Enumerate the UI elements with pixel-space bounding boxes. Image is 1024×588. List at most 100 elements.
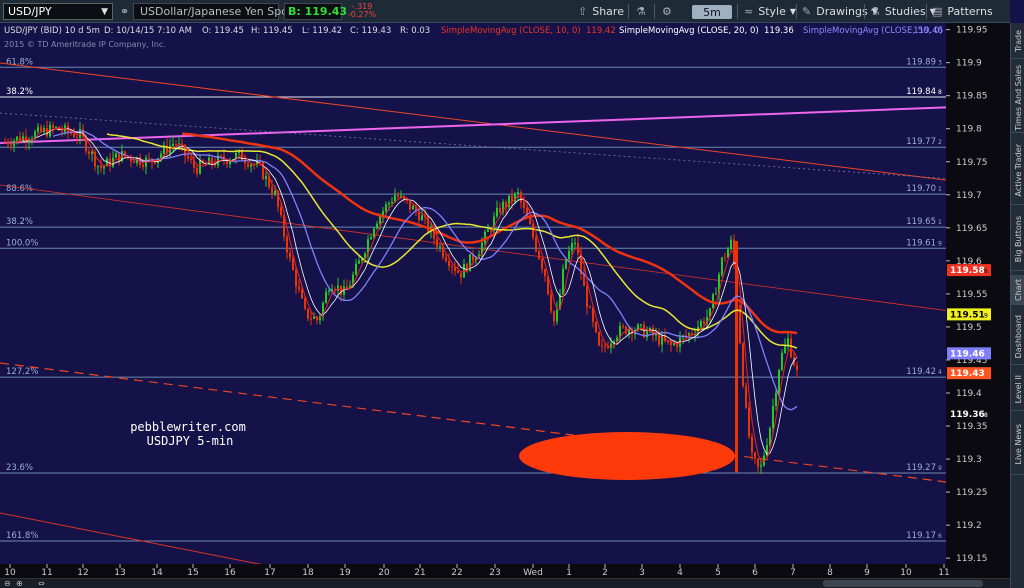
sidetab-chart[interactable]: Chart xyxy=(1011,275,1024,305)
candle-body xyxy=(460,272,462,278)
aggregation-selector[interactable]: 5m xyxy=(692,5,732,19)
x-tick-label: 23 xyxy=(489,568,500,578)
annotation-line1: pebblewriter.com xyxy=(130,420,246,434)
price-axis[interactable]: 119.95 119.9 119.85 119.8 119.75 119.7 119.65 1… xyxy=(946,23,1010,578)
sidetab-label: Level II xyxy=(1013,375,1023,404)
candle-body xyxy=(748,407,750,437)
candle-body xyxy=(388,203,390,205)
x-tick-label: 18 xyxy=(302,568,314,578)
patterns-button[interactable]: ▤ Patterns xyxy=(932,3,993,20)
chart-scrollbar[interactable] xyxy=(823,580,983,587)
candle-body xyxy=(604,346,606,348)
candle-body xyxy=(745,386,747,408)
x-tick-label: 11 xyxy=(41,568,52,578)
share-label: Share xyxy=(592,5,624,18)
chart-canvas[interactable]: 61.8% 119.89 338.2% 119.84 8119.77 288.6% 119.… xyxy=(0,23,1010,578)
fib-percent-label: 38.2% xyxy=(6,217,33,227)
annotation-line2: USDJPY 5-min xyxy=(147,434,234,448)
fib-value-label: 119.70 xyxy=(906,184,936,194)
candle-body xyxy=(496,207,498,217)
price-chart[interactable]: 61.8% 119.89 3 38.2% 119.84 8 119.77 2 88.6% 119.… xyxy=(0,23,1010,578)
studies-label: Studies xyxy=(884,5,926,18)
settings-button[interactable]: ⚙ xyxy=(662,3,677,20)
y-tick-label: 119.3 xyxy=(956,455,982,465)
candle-body xyxy=(370,237,372,240)
chevron-down-icon[interactable]: ▼ xyxy=(101,7,108,17)
candle-body xyxy=(295,269,297,287)
fib-value-label: 119.17 xyxy=(906,531,936,541)
time-axis[interactable]: 10 11 12 13 14 15 16 17 18 19 20 21 22 23 Wed 1 2 3 4 5 6 7 8 9… xyxy=(0,564,1010,578)
candle-body xyxy=(655,334,657,336)
candle-body xyxy=(532,224,534,238)
candle-body xyxy=(37,126,39,132)
price-tag-subscript: 8 xyxy=(984,412,988,419)
candle-body xyxy=(574,242,576,244)
y-tick-label: 119.9 xyxy=(956,59,982,69)
candle-body xyxy=(328,290,330,292)
candle-body xyxy=(292,257,294,270)
y-tick-label: 119.85 xyxy=(956,92,988,102)
sidetab-big-buttons[interactable]: Big Buttons xyxy=(1011,209,1024,271)
share-button[interactable]: ⇧ Share xyxy=(578,3,624,20)
candle-body xyxy=(211,157,213,165)
candle-body xyxy=(484,231,486,243)
link-icon[interactable]: ⚭ xyxy=(120,3,129,20)
fib-value-subscript: 1 xyxy=(938,186,942,193)
candle-body xyxy=(562,268,564,294)
y-tick-label: 119.65 xyxy=(956,224,988,234)
zoom-in-icon[interactable]: ⊕ xyxy=(16,579,23,588)
candle-body xyxy=(142,164,144,167)
candle-body xyxy=(190,158,192,160)
candle-body xyxy=(301,289,303,299)
candle-body xyxy=(289,252,291,258)
legend-sma20: SimpleMovingAvg (CLOSE, 20, 0) xyxy=(619,26,759,36)
candle-body xyxy=(61,130,63,132)
patterns-label: Patterns xyxy=(947,5,993,18)
sidetab-live-news[interactable]: Live News xyxy=(1011,415,1024,475)
candle-body xyxy=(97,165,99,167)
y-tick-label: 119.2 xyxy=(956,521,982,531)
candle-body xyxy=(757,458,759,467)
candle-body xyxy=(115,153,117,158)
candle-body xyxy=(670,342,672,346)
candle-body xyxy=(742,343,744,387)
change-percent: -0.27% xyxy=(347,10,377,19)
candle-body xyxy=(220,155,222,157)
symbol-description: USDollar/Japanese Yen Spot xyxy=(133,3,292,20)
bottom-bar: ⊖ ⊕ ⇔ xyxy=(0,578,1010,588)
price-tag-subscript: 6 xyxy=(984,268,988,275)
sidetab-label: Live News xyxy=(1013,424,1023,465)
candle-body xyxy=(76,137,78,139)
candle-body xyxy=(490,229,492,231)
drawings-button[interactable]: ✎ Drawings ▼ xyxy=(802,3,878,20)
candle-body xyxy=(100,165,102,169)
zoom-out-icon[interactable]: ⊖ xyxy=(4,579,11,588)
fib-percent-label: 38.2% xyxy=(6,87,33,97)
sidetab-active-trader[interactable]: Active Trader xyxy=(1011,137,1024,205)
sidetab-label: Chart xyxy=(1013,278,1023,301)
y-tick-label: 119.15 xyxy=(956,554,988,564)
sidetab-label: Trade xyxy=(1013,29,1023,52)
y-tick-label: 119.25 xyxy=(956,488,988,498)
candle-body xyxy=(565,259,567,269)
candle-body xyxy=(691,333,693,335)
sidetab-times-and-sales[interactable]: Times And Sales xyxy=(1011,63,1024,133)
expand-icon[interactable]: ⇔ xyxy=(38,579,45,588)
x-tick-label: 10 xyxy=(900,568,912,578)
fib-percent-label: 100.0% xyxy=(6,238,38,248)
candle-body xyxy=(175,144,177,146)
flask-button[interactable]: ⚗ xyxy=(636,3,651,20)
sidetab-trade[interactable]: Trade xyxy=(1011,23,1024,59)
sidetab-dashboard[interactable]: Dashboard xyxy=(1011,309,1024,365)
chart-background xyxy=(0,23,1010,578)
x-tick-label: 1 xyxy=(566,568,572,578)
candle-body xyxy=(298,286,300,290)
candle-body xyxy=(550,294,552,312)
x-tick-label: 5 xyxy=(715,568,721,578)
legend-sma20-value: 119.36 xyxy=(764,26,794,36)
style-button[interactable]: ≈ Style ▼ xyxy=(744,3,796,20)
sidetab-level-ii[interactable]: Level II xyxy=(1011,369,1024,411)
symbol-selector[interactable]: USD/JPY ▼ xyxy=(3,3,113,20)
candle-body xyxy=(4,141,6,143)
candle-body xyxy=(10,144,12,146)
